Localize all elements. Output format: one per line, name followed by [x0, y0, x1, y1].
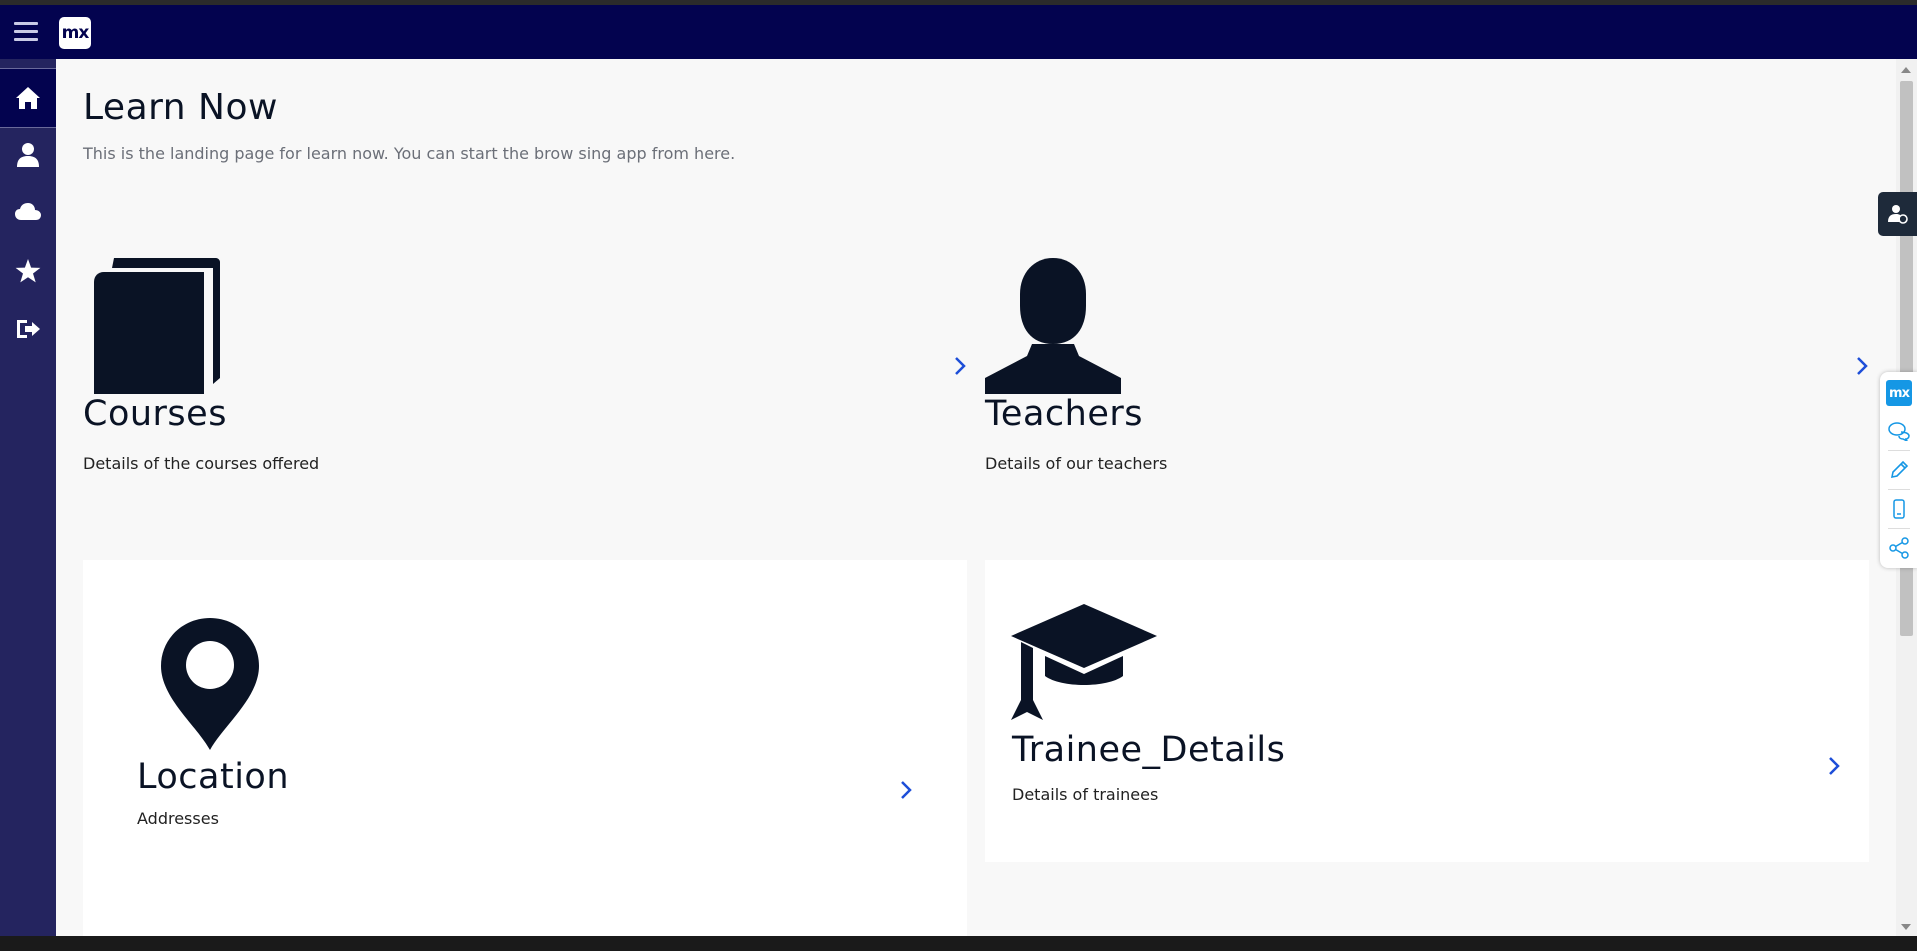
tile-title-trainee-details: Trainee_Details — [1012, 730, 1286, 770]
sidebar-item-home[interactable] — [0, 68, 56, 128]
mx-toolbar-logo[interactable]: mx — [1886, 380, 1912, 406]
toolbar-separator — [1888, 528, 1910, 529]
tile-desc-teachers: Details of our teachers — [985, 454, 1168, 473]
tile-desc-courses: Details of the courses offered — [83, 454, 320, 473]
edit-icon — [1890, 460, 1909, 479]
share-button[interactable] — [1886, 535, 1912, 561]
share-icon — [1889, 537, 1909, 559]
os-taskbar — [0, 936, 1917, 951]
sidebar-item-cloud[interactable] — [0, 183, 56, 241]
tile-desc-location: Addresses — [137, 809, 219, 828]
home-icon — [16, 87, 40, 109]
chevron-right-icon[interactable] — [899, 779, 913, 801]
sidebar — [0, 59, 56, 936]
feedback-button[interactable] — [1886, 418, 1912, 444]
sidebar-item-profile[interactable] — [0, 126, 56, 184]
top-navbar: mx — [0, 5, 1917, 59]
tile-courses[interactable]: Courses Details of the courses offered — [83, 252, 966, 552]
user-icon — [17, 143, 39, 167]
card-trainee-details[interactable]: Trainee_Details Details of trainees — [985, 560, 1869, 862]
tile-title-location: Location — [137, 757, 290, 797]
edit-button[interactable] — [1886, 457, 1912, 483]
chevron-right-icon[interactable] — [1855, 355, 1869, 377]
map-pin-icon — [161, 618, 259, 750]
feedback-icon — [1888, 422, 1910, 441]
main-content: Learn Now This is the landing page for l… — [56, 59, 1896, 936]
scroll-down-arrow-icon[interactable] — [1901, 924, 1911, 930]
toolbar-separator — [1888, 450, 1910, 451]
menu-toggle-icon[interactable] — [14, 22, 38, 42]
cloud-icon — [15, 203, 41, 220]
tile-desc-trainee-details: Details of trainees — [1012, 785, 1159, 804]
mx-dev-toolbar: mx — [1880, 372, 1917, 568]
mobile-preview-button[interactable] — [1886, 496, 1912, 522]
page-title: Learn Now — [83, 87, 278, 128]
tile-title-teachers: Teachers — [985, 394, 1143, 434]
sign-out-icon — [17, 320, 40, 338]
star-icon — [15, 259, 41, 283]
chevron-right-icon[interactable] — [953, 355, 967, 377]
user-feedback-icon — [1887, 205, 1908, 224]
book-icon — [94, 258, 220, 394]
scroll-up-arrow-icon[interactable] — [1901, 67, 1911, 73]
card-location[interactable]: Location Addresses — [83, 560, 967, 936]
feedback-tab[interactable] — [1878, 192, 1917, 236]
sidebar-item-favorites[interactable] — [0, 242, 56, 300]
toolbar-separator — [1888, 489, 1910, 490]
tile-title-courses: Courses — [83, 394, 227, 434]
page-subtitle: This is the landing page for learn now. … — [83, 144, 736, 163]
mendix-logo[interactable]: mx — [59, 17, 91, 49]
mobile-preview-icon — [1893, 499, 1905, 519]
chevron-right-icon[interactable] — [1827, 755, 1841, 777]
tile-teachers[interactable]: Teachers Details of our teachers — [985, 252, 1868, 552]
sidebar-item-logout[interactable] — [0, 300, 56, 358]
graduation-cap-icon — [1011, 604, 1157, 720]
person-icon — [985, 258, 1121, 394]
